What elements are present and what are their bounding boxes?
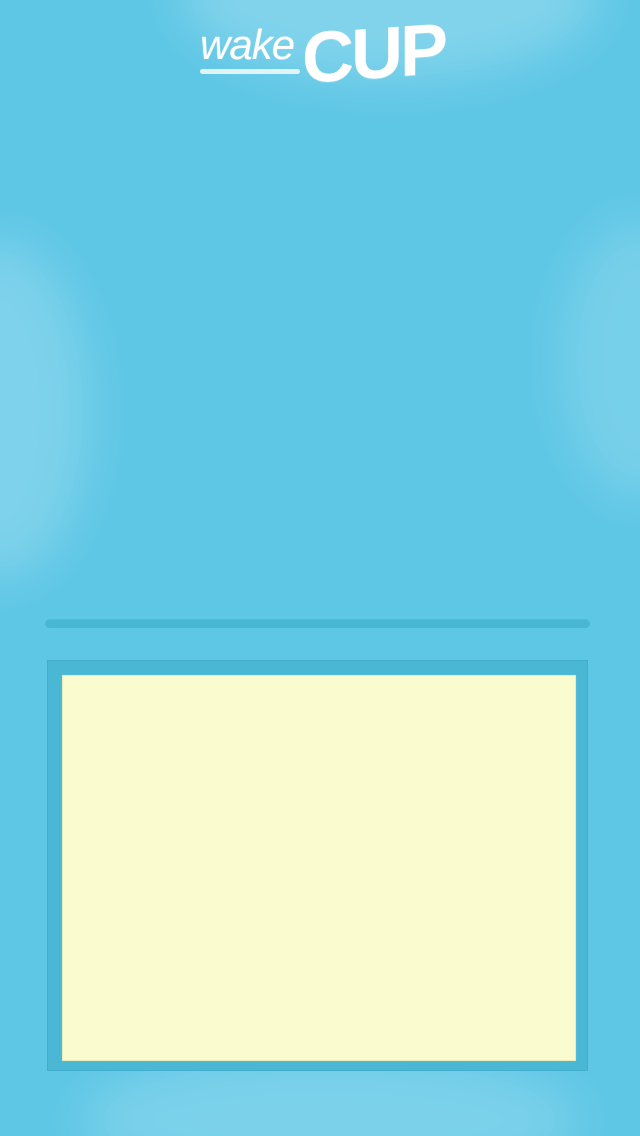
section-divider — [45, 619, 590, 628]
bottom-panel — [47, 660, 588, 1071]
background-glow-left — [0, 240, 90, 580]
app-screen: wake CUP — [0, 0, 640, 1136]
note-area[interactable] — [62, 675, 576, 1061]
logo-word-wake: wake — [200, 21, 295, 68]
app-logo: wake CUP — [200, 9, 445, 100]
logo-word-cup: CUP — [302, 8, 446, 100]
background-glow-right — [560, 220, 640, 500]
logo-underline — [200, 69, 300, 74]
